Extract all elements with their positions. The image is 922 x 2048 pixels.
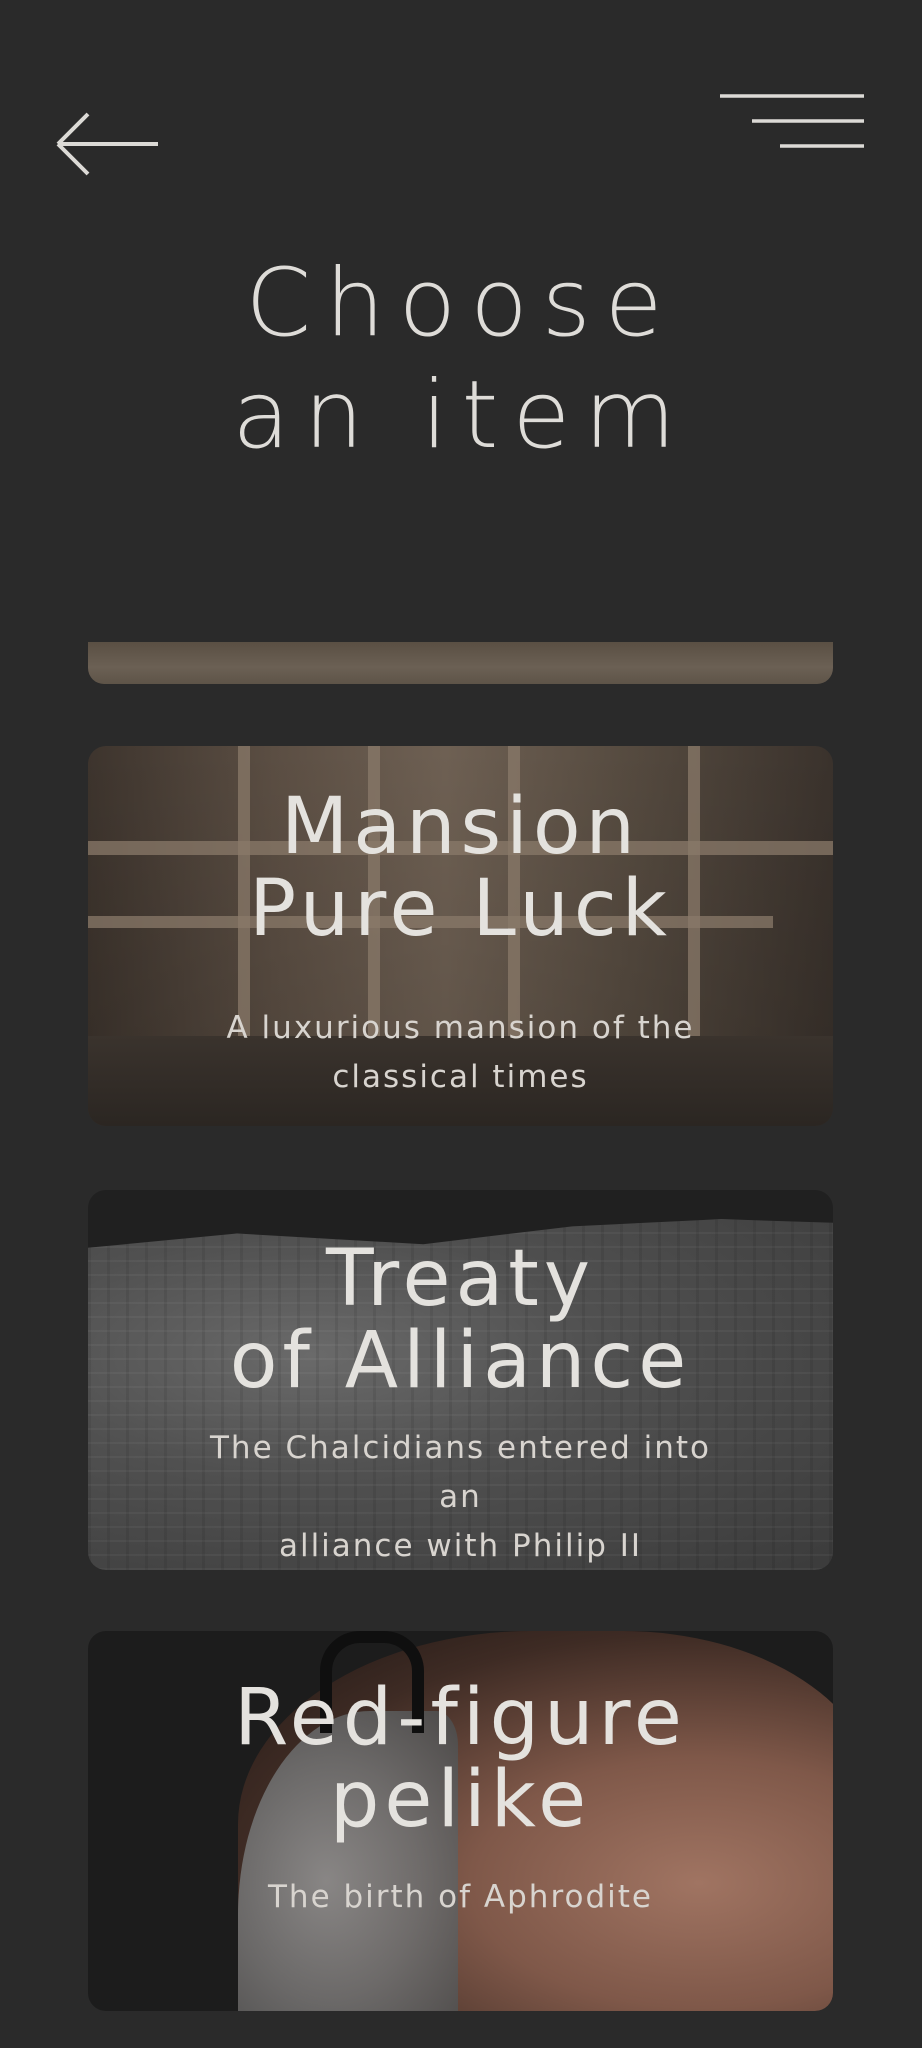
item-title: Mansion Pure Luck [249,782,672,954]
item-description: The Chalcidians entered into an alliance… [209,1430,711,1564]
back-button[interactable] [52,104,164,184]
item-card-pelike[interactable]: Red-figure pelike The birth of Aphrodite [88,1631,833,2011]
page-title: Choose an item [0,248,922,472]
item-card-treaty[interactable]: Treaty of Alliance The Chalcidians enter… [88,1190,833,1570]
item-description: A luxurious mansion of the classical tim… [226,1010,695,1095]
arrow-left-icon [56,112,158,176]
item-description: The birth of Aphrodite [267,1879,653,1915]
item-title: Red-figure pelike [234,1673,687,1845]
page-title-line-2: an item [232,361,690,470]
page-title-line-1: Choose [245,249,677,358]
item-card-partial[interactable] [88,642,833,684]
item-title: Treaty of Alliance [229,1234,692,1406]
menu-button[interactable] [712,86,868,156]
item-card-mansion[interactable]: Mansion Pure Luck A luxurious mansion of… [88,746,833,1126]
hamburger-menu-icon [720,94,864,148]
